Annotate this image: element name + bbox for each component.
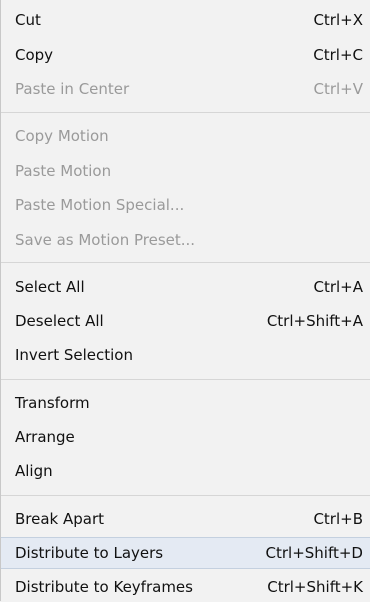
menu-item-shortcut: Ctrl+V — [313, 80, 363, 98]
menu-separator — [1, 112, 370, 113]
menu-item-label: Copy Motion — [15, 127, 109, 145]
menu-item-distribute-to-keyframes[interactable]: Distribute to Keyframes Ctrl+Shift+K — [1, 572, 370, 602]
menu-separator — [1, 495, 370, 496]
menu-item-align[interactable]: Align — [1, 456, 370, 486]
menu-item-label: Select All — [15, 278, 85, 296]
menu-item-shortcut: Ctrl+C — [313, 46, 363, 64]
menu-item-break-apart[interactable]: Break Apart Ctrl+B — [1, 504, 370, 534]
menu-item-arrange[interactable]: Arrange — [1, 422, 370, 452]
menu-item-label: Paste Motion Special... — [15, 196, 185, 214]
menu-item-select-all[interactable]: Select All Ctrl+A — [1, 272, 370, 302]
menu-item-copy-motion[interactable]: Copy Motion — [1, 121, 370, 151]
menu-item-paste-motion[interactable]: Paste Motion — [1, 156, 370, 186]
menu-item-label: Align — [15, 462, 53, 480]
menu-item-shortcut: Ctrl+Shift+A — [266, 312, 363, 330]
menu-item-paste-in-center[interactable]: Paste in Center Ctrl+V — [1, 74, 370, 104]
menu-item-shortcut: Ctrl+A — [313, 278, 363, 296]
menu-item-copy[interactable]: Copy Ctrl+C — [1, 40, 370, 70]
menu-item-shortcut: Ctrl+Shift+K — [267, 578, 363, 596]
menu-item-cut[interactable]: Cut Ctrl+X — [1, 5, 370, 35]
menu-item-shortcut: Ctrl+X — [313, 11, 363, 29]
menu-item-label: Transform — [15, 394, 90, 412]
menu-item-invert-selection[interactable]: Invert Selection — [1, 340, 370, 370]
menu-separator — [1, 379, 370, 380]
menu-separator — [1, 262, 370, 263]
menu-item-distribute-to-layers[interactable]: Distribute to Layers Ctrl+Shift+D — [1, 537, 370, 569]
menu-item-label: Deselect All — [15, 312, 104, 330]
menu-item-deselect-all[interactable]: Deselect All Ctrl+Shift+A — [1, 306, 370, 336]
menu-item-label: Save as Motion Preset... — [15, 231, 196, 249]
menu-item-shortcut: Ctrl+B — [313, 510, 363, 528]
menu-item-label: Arrange — [15, 428, 75, 446]
menu-item-paste-motion-special[interactable]: Paste Motion Special... — [1, 190, 370, 220]
menu-item-label: Copy — [15, 46, 54, 64]
context-menu: Cut Ctrl+X Copy Ctrl+C Paste in Center C… — [0, 0, 370, 601]
menu-item-label: Distribute to Layers — [15, 544, 164, 562]
menu-item-label: Invert Selection — [15, 346, 133, 364]
menu-item-save-as-motion-preset[interactable]: Save as Motion Preset... — [1, 225, 370, 255]
menu-item-label: Cut — [15, 11, 41, 29]
menu-item-shortcut: Ctrl+Shift+D — [265, 544, 363, 562]
menu-item-label: Break Apart — [15, 510, 105, 528]
menu-item-transform[interactable]: Transform — [1, 388, 370, 418]
menu-item-label: Distribute to Keyframes — [15, 578, 193, 596]
menu-item-label: Paste in Center — [15, 80, 130, 98]
menu-item-label: Paste Motion — [15, 162, 112, 180]
